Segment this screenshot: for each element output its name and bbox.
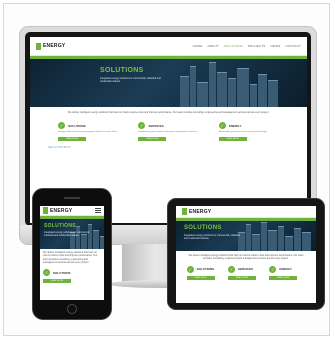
city-skyline [180, 62, 278, 107]
city-skyline [238, 222, 311, 251]
tablet-screen: ENERGY SOLUTIONS Integrated energy solut… [176, 206, 316, 303]
check-icon: ✓ [43, 269, 50, 277]
read-more-button[interactable]: READ MORE [218, 137, 247, 142]
hero-subtitle: Integrated energy solutions for commerci… [100, 77, 161, 84]
feature-column: ✓ SOLUTIONS READ MORE [43, 269, 99, 284]
column-text: Engineering, procurement and project man… [138, 131, 198, 134]
feature-column: ✓ SOLUTIONS READ MORE [186, 265, 223, 280]
feature-column: ✓ SERVICES Engineering, procurement and … [138, 122, 198, 142]
read-more-button[interactable]: READ MORE [43, 279, 71, 284]
feature-columns: ✓ SOLUTIONS Energy audits and efficiency… [30, 118, 307, 142]
column-title: ENERGY [279, 267, 292, 272]
site-header: ENERGY HOME ABOUT SOLUTIONS PROJECTS NEW… [30, 37, 307, 56]
read-more-button[interactable]: READ MORE [269, 275, 298, 280]
column-title: SOLUTIONS [68, 123, 86, 128]
phone-speaker [64, 197, 80, 199]
check-icon: ✓ [227, 265, 235, 273]
read-more-button[interactable]: READ MORE [186, 275, 215, 280]
hero-subtitle: Integrated energy solutions for commerci… [184, 234, 241, 241]
hero-title: SOLUTIONS [44, 223, 76, 229]
logo-text: ENERGY [189, 208, 212, 215]
main-nav: HOME ABOUT SOLUTIONS PROJECTS NEWS CONTA… [193, 44, 301, 48]
hamburger-menu-icon[interactable] [95, 208, 101, 213]
logo-mark-icon [182, 208, 187, 215]
nav-item[interactable]: CONTACT [285, 44, 301, 48]
hero-banner: SOLUTIONS Integrated energy solutions fo… [40, 219, 104, 249]
feature-column: ✓ SOLUTIONS Energy audits and efficiency… [58, 122, 118, 142]
hero-title: SOLUTIONS [100, 67, 144, 74]
site-header: ENERGY [176, 206, 316, 218]
site-logo[interactable]: ENERGY [182, 208, 211, 215]
feature-columns: ✓ SOLUTIONS READ MORE ✓ SERVICES READ MO… [176, 264, 316, 280]
column-title: SERVICES [148, 123, 164, 128]
hero-banner: SOLUTIONS Integrated energy solutions fo… [30, 59, 307, 107]
check-icon: ✓ [138, 122, 146, 130]
check-icon: ✓ [58, 122, 66, 130]
phone-screen: ENERGY SOLUTIONS Integrated energy solut… [40, 206, 104, 300]
site-header: ENERGY [40, 206, 104, 216]
read-more-button[interactable]: READ MORE [58, 137, 87, 142]
site-logo[interactable]: ENERGY [43, 207, 72, 214]
hero-subtitle: Integrated energy solutions for commerci… [44, 231, 90, 238]
nav-item[interactable]: PROJECTS [248, 44, 266, 48]
intro-text: We deliver intelligent energy solutions … [67, 111, 270, 114]
column-title: SOLUTIONS [53, 270, 71, 275]
phone-device: ENERGY SOLUTIONS Integrated energy solut… [32, 188, 112, 320]
logo-mark-icon [43, 207, 48, 214]
hero-title: SOLUTIONS [184, 225, 222, 231]
nav-item[interactable]: NEWS [271, 44, 281, 48]
hero-banner: SOLUTIONS Integrated energy solutions fo… [176, 221, 316, 251]
read-more-button[interactable]: READ MORE [138, 137, 167, 142]
site-logo[interactable]: ENERGY [36, 42, 66, 50]
intro-text: We deliver intelligent energy solutions … [188, 254, 304, 261]
column-title: SOLUTIONS [196, 267, 215, 272]
feature-column: ✓ SERVICES READ MORE [227, 265, 264, 280]
tablet-device: ENERGY SOLUTIONS Integrated energy solut… [167, 198, 325, 310]
check-icon: ✓ [269, 265, 277, 273]
column-text: Renewable generation and smart grid tech… [218, 131, 267, 134]
nav-item[interactable]: ABOUT [207, 44, 218, 48]
column-text: Energy audits and efficiency programs ta… [58, 131, 118, 134]
footer-link[interactable]: SEE ALL PROJECTS [30, 141, 307, 149]
home-button[interactable] [67, 304, 77, 314]
feature-column: ✓ ENERGY Renewable generation and smart … [218, 122, 279, 142]
logo-mark-icon [36, 42, 41, 50]
logo-text: ENERGY [50, 207, 73, 214]
nav-item[interactable]: HOME [193, 44, 203, 48]
column-title: ENERGY [228, 123, 242, 128]
feature-column: ✓ ENERGY READ MORE [269, 265, 305, 280]
check-icon: ✓ [186, 265, 194, 273]
column-title: SERVICES [237, 267, 254, 272]
check-icon: ✓ [218, 122, 226, 130]
logo-text: ENERGY [43, 43, 66, 49]
intro-text: We deliver intelligent energy solutions … [43, 251, 98, 264]
read-more-button[interactable]: READ MORE [227, 275, 256, 280]
nav-item-active[interactable]: SOLUTIONS [224, 44, 243, 48]
